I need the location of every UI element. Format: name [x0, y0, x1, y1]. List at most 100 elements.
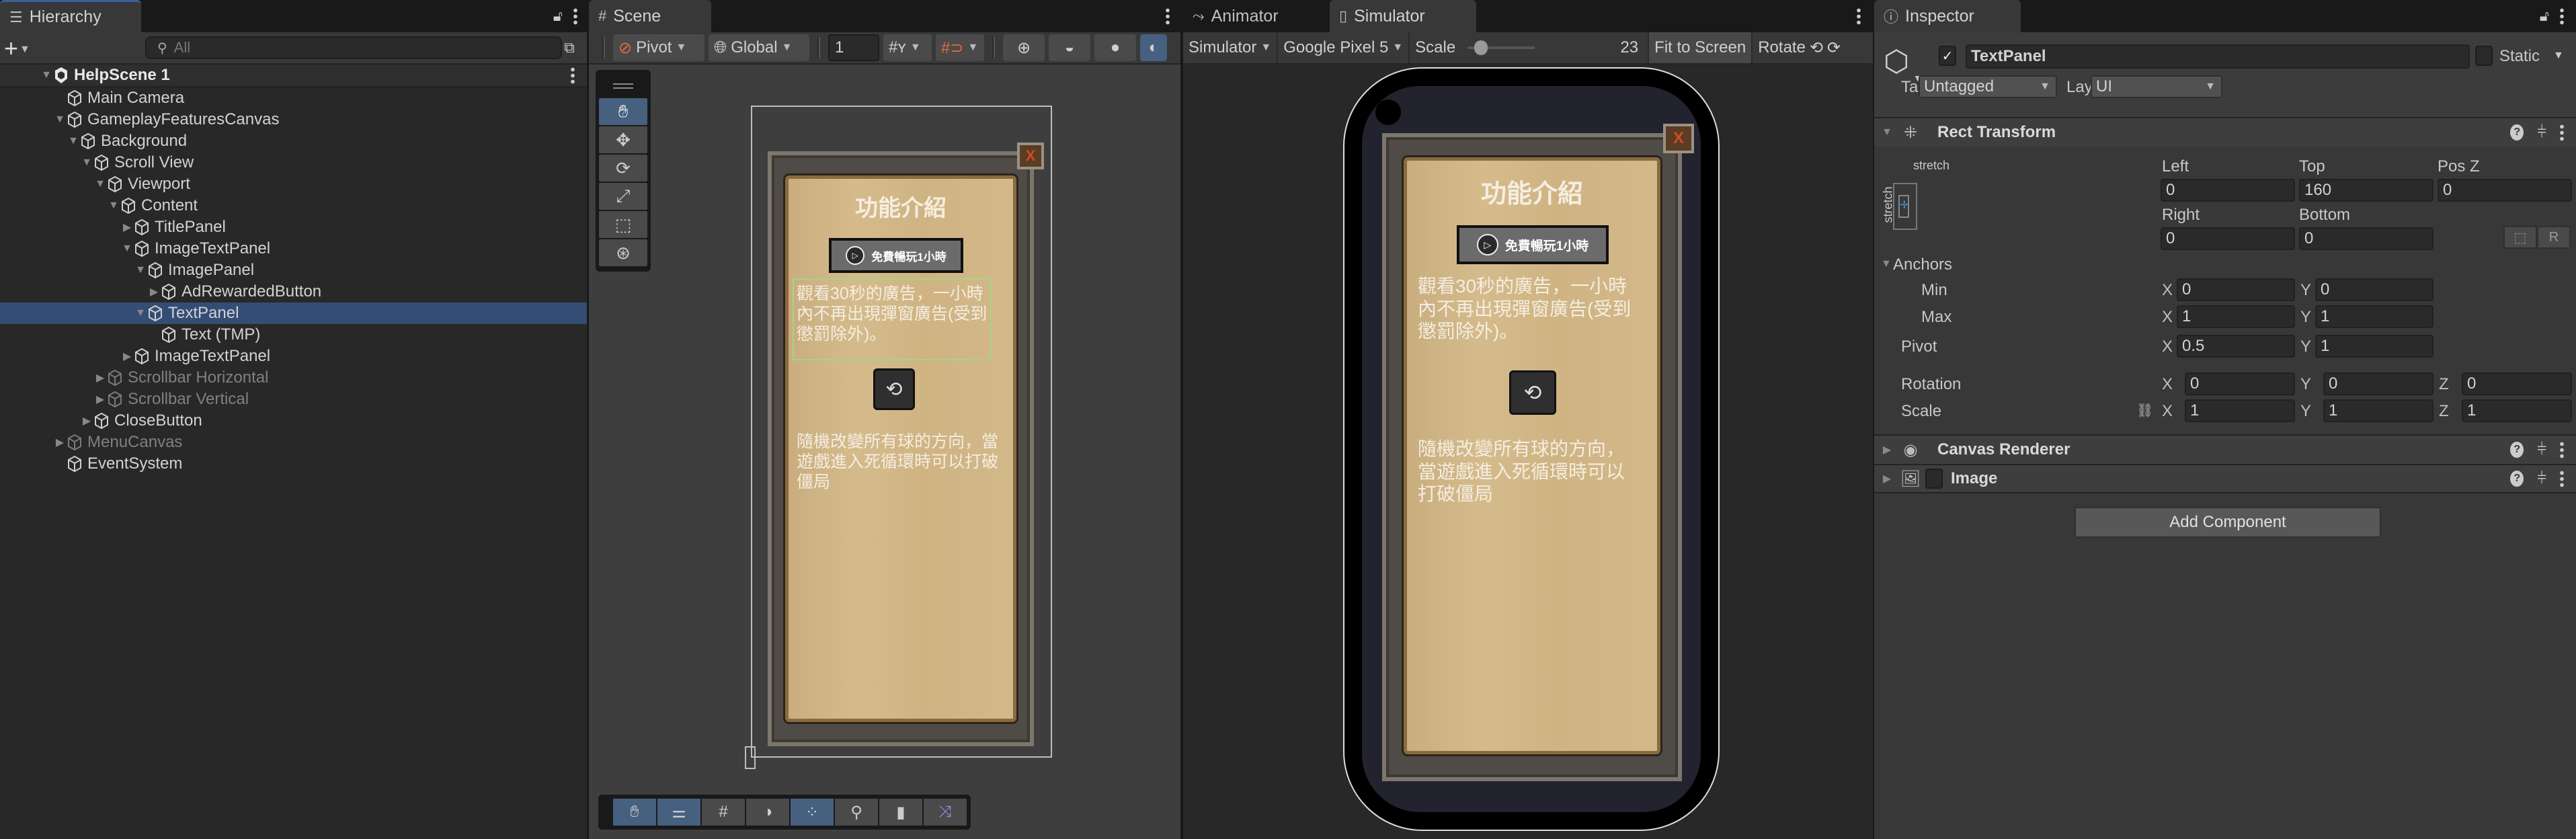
expand-arrow-icon[interactable]: ▼ [79, 157, 94, 169]
scale-z-input[interactable]: 1 [2462, 399, 2572, 422]
hierarchy-item[interactable]: ▼ Content [0, 195, 587, 216]
rect-tool-button[interactable]: ⬚ [599, 211, 647, 238]
scene-more-icon[interactable] [571, 67, 575, 84]
rot-y-input[interactable]: 0 [2323, 372, 2433, 395]
expand-arrow-icon[interactable]: ▼ [66, 135, 81, 147]
mode-dropdown[interactable]: Simulator ▼ [1183, 32, 1279, 63]
collapse-arrow-icon[interactable]: ▶ [120, 221, 134, 234]
hierarchy-item[interactable]: ▶ Scrollbar Horizontal [0, 367, 587, 389]
expand-arrow-icon[interactable]: ▼ [93, 178, 108, 190]
blueprint-mode-button[interactable]: ⬚ [2503, 226, 2537, 249]
hierarchy-item[interactable]: ▼ ImageTextPanel [0, 238, 587, 259]
presets-icon[interactable]: ⫩ [2537, 469, 2546, 488]
rotate-tool-button[interactable]: ⟳ [599, 155, 647, 182]
hierarchy-item[interactable]: ▶ Scrollbar Vertical [0, 389, 587, 410]
collapse-arrow-icon[interactable]: ▶ [93, 371, 108, 385]
sim-shuffle-button[interactable]: ⟲ [1509, 370, 1556, 415]
rect-transform-header[interactable]: ▼ ⁜ Rect Transform ? ⫩ [1874, 117, 2576, 147]
collapse-arrow-icon[interactable]: ▶ [120, 350, 134, 363]
static-checkbox[interactable] [2475, 46, 2493, 66]
rot-z-input[interactable]: 0 [2462, 372, 2572, 395]
min-y-input[interactable]: 0 [2315, 278, 2433, 301]
max-x-input[interactable]: 1 [2177, 305, 2295, 328]
create-button[interactable]: + ▼ [4, 36, 30, 62]
rotate-left-icon[interactable]: ⟲ [1810, 38, 1823, 58]
tab-scene[interactable]: # Scene [589, 0, 711, 32]
wireframe-button[interactable]: ⊕ [1003, 34, 1045, 61]
expand-arrow-icon[interactable]: ▼ [133, 264, 148, 276]
lock-icon[interactable]: 🔓︎ [553, 7, 563, 25]
lit-button[interactable]: ◐ [1140, 34, 1167, 61]
collapse-arrow-icon[interactable]: ▶ [1880, 472, 1894, 485]
scene-visibility-button[interactable]: ⧉ [558, 36, 581, 59]
grid-size-input[interactable]: 1 [828, 34, 879, 61]
hierarchy-item[interactable]: ▶ CloseButton [0, 410, 587, 432]
component-more-icon[interactable] [2560, 470, 2564, 487]
tab-animator[interactable]: ⤳ Animator [1183, 0, 1324, 32]
collapse-arrow-icon[interactable]: ▶ [93, 393, 108, 406]
toolbar-grip[interactable] [602, 37, 605, 58]
hierarchy-item[interactable]: ▶ MenuCanvas [0, 432, 587, 453]
add-component-button[interactable]: Add Component [2075, 507, 2381, 538]
hierarchy-item[interactable]: ▶ ImageTextPanel [0, 346, 587, 367]
hierarchy-item[interactable]: ▼ TextPanel [0, 303, 587, 324]
hierarchy-item[interactable]: ▼ Scroll View [0, 152, 587, 173]
expand-arrow-icon[interactable]: ▼ [52, 114, 67, 126]
layer-dropdown[interactable]: UI ▼ [2091, 75, 2222, 98]
hierarchy-item[interactable]: Text (TMP) [0, 324, 587, 346]
overlay-grid-button[interactable]: # [702, 799, 745, 826]
hierarchy-item[interactable]: ▼ Viewport [0, 173, 587, 195]
object-name-input[interactable]: TextPanel [1966, 44, 2470, 69]
tag-dropdown[interactable]: Untagged ▼ [1919, 75, 2057, 98]
image-header[interactable]: ▶ 🖼︎ Image ? ⫩ [1874, 464, 2576, 493]
pivot-dropdown[interactable]: ⊘ Pivot ▼ [613, 34, 705, 61]
hierarchy-item[interactable]: ▼ ImagePanel [0, 259, 587, 281]
scale-y-input[interactable]: 1 [2323, 399, 2433, 422]
hierarchy-item[interactable]: ▶ AdRewardedButton [0, 281, 587, 303]
image-enabled-checkbox[interactable] [1925, 469, 1943, 489]
overlay-camera-button[interactable]: ▮ [879, 799, 922, 826]
expand-arrow-icon[interactable]: ▼ [133, 307, 148, 319]
overlay-tool-settings-button[interactable]: ⚌ [657, 799, 700, 826]
anchors-label[interactable]: Anchors [1893, 255, 1952, 274]
pivot-y-input[interactable]: 1 [2315, 335, 2433, 358]
collapse-arrow-icon[interactable]: ▶ [147, 285, 161, 298]
static-dropdown-arrow[interactable]: ▼ [2553, 50, 2564, 62]
expand-arrow-icon[interactable]: ▼ [1880, 126, 1894, 138]
top-input[interactable]: 160 [2299, 179, 2433, 202]
anchors-toggle-arrow[interactable]: ▼ [1881, 258, 1892, 270]
right-input[interactable]: 0 [2161, 227, 2295, 250]
overlay-hand-button[interactable]: ✋︎ [613, 799, 656, 826]
fit-to-screen-button[interactable]: Fit to Screen [1649, 32, 1753, 63]
sim-close-button[interactable]: X [1663, 124, 1694, 153]
sim-ad-button[interactable]: ▷ 免費暢玩1小時 [1457, 225, 1609, 264]
tab-inspector[interactable]: ⓘ Inspector [1874, 0, 2021, 32]
snap-button[interactable]: #⊃ ▼ [936, 34, 984, 61]
pivot-x-input[interactable]: 0.5 [2177, 335, 2295, 358]
collapse-arrow-icon[interactable]: ▶ [79, 414, 94, 428]
active-checkbox[interactable]: ✓ [1939, 46, 1956, 66]
rot-x-input[interactable]: 0 [2185, 372, 2295, 395]
collapse-arrow-icon[interactable]: ▶ [52, 436, 67, 449]
overlay-grip[interactable] [599, 74, 647, 98]
overlay-search-button[interactable]: ⚲ [835, 799, 878, 826]
anchor-presets-button[interactable]: ✛ [1893, 183, 1917, 230]
grid-plane-button[interactable]: #ʏ ▼ [883, 34, 932, 61]
shaded-wireframe-button[interactable]: ◒ [1049, 34, 1090, 61]
overlay-nav-button[interactable]: ⤨ [924, 799, 967, 826]
tab-simulator[interactable]: ▯ Simulator [1330, 0, 1476, 32]
scale-tool-button[interactable]: ⤢ [599, 183, 647, 210]
rotate-right-icon[interactable]: ⟳ [1827, 38, 1841, 58]
max-y-input[interactable]: 1 [2315, 305, 2433, 328]
overlay-components-button[interactable]: ⁘ [791, 799, 834, 826]
constrain-proportions-icon[interactable]: ⛓︎ [2136, 402, 2153, 419]
hierarchy-item[interactable]: ▼ Background [0, 130, 587, 152]
expand-arrow-icon[interactable]: ▼ [120, 243, 134, 255]
posz-input[interactable]: 0 [2438, 179, 2572, 202]
hierarchy-item[interactable]: EventSystem [0, 453, 587, 475]
hand-tool-button[interactable]: ✋︎ [599, 98, 647, 125]
canvas-renderer-header[interactable]: ▶ ◉ Canvas Renderer ? ⫩ [1874, 434, 2576, 464]
help-icon[interactable]: ? [2510, 442, 2524, 458]
tab-hierarchy[interactable]: ☰ Hierarchy [0, 0, 141, 32]
expand-arrow-icon[interactable]: ▼ [39, 69, 54, 81]
